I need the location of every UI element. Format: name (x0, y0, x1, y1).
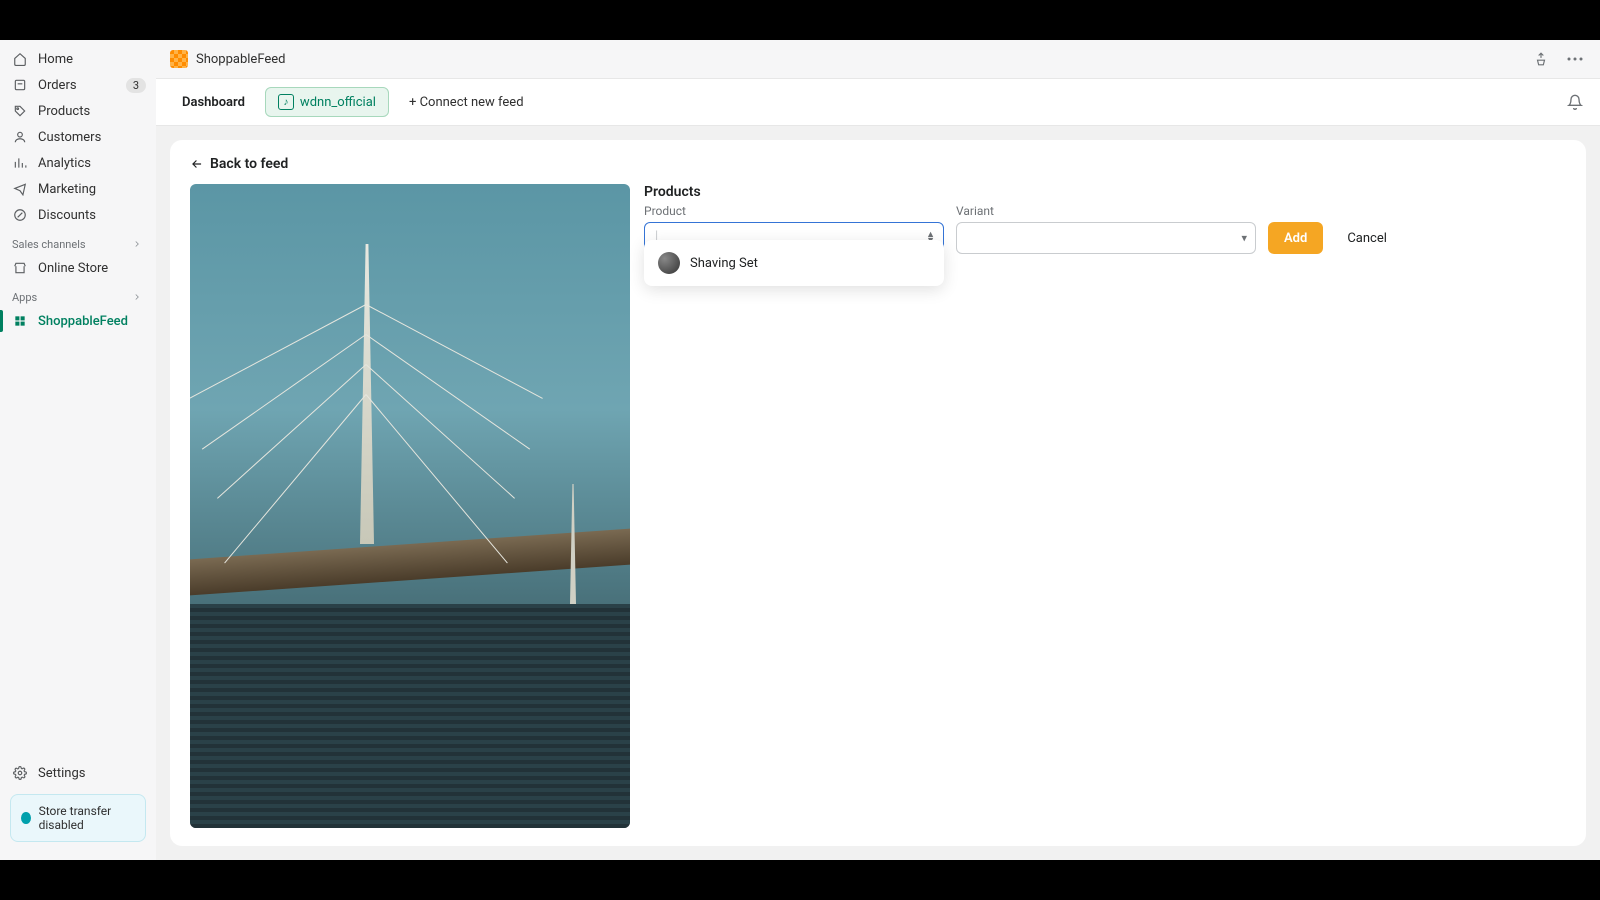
chevron-right-icon (132, 239, 144, 251)
product-thumb (658, 252, 680, 274)
nav-orders[interactable]: Orders 3 (0, 72, 156, 98)
section-label: Apps (12, 291, 37, 304)
marketing-icon (12, 181, 28, 197)
notice-text: Store transfer disabled (39, 804, 135, 832)
gear-icon (12, 765, 28, 781)
discounts-icon (12, 207, 28, 223)
nav-label: Home (38, 52, 73, 67)
home-icon (12, 51, 28, 67)
variant-label: Variant (956, 204, 1256, 218)
apps-header[interactable]: Apps (0, 281, 156, 308)
chevron-right-icon (132, 292, 144, 304)
nav-label: Discounts (38, 208, 96, 223)
product-label: Product (644, 204, 944, 218)
tab-dashboard[interactable]: Dashboard (170, 89, 257, 116)
variant-select[interactable]: ▾ (956, 222, 1256, 254)
notifications-button[interactable] (1564, 91, 1586, 113)
nav-shoppablefeed[interactable]: ShoppableFeed (0, 308, 156, 334)
tiktok-icon: ♪ (278, 94, 294, 110)
back-label: Back to feed (210, 156, 288, 172)
sidebar: Home Orders 3 Products Customers Analyti… (0, 40, 156, 860)
nav-label: Analytics (38, 156, 91, 171)
store-transfer-notice: Store transfer disabled (10, 794, 146, 842)
editor-card: Back to feed (170, 140, 1586, 846)
media-preview (190, 184, 630, 828)
nav-label: Settings (38, 766, 85, 781)
main: ShoppableFeed Dashboard ♪ wdnn_official … (156, 40, 1600, 860)
chevron-down-icon: ▾ (1241, 232, 1247, 245)
nav-analytics[interactable]: Analytics (0, 150, 156, 176)
arrow-left-icon (190, 157, 204, 171)
tab-label: Dashboard (182, 95, 245, 110)
nav-label: Online Store (38, 261, 108, 276)
tab-label: + Connect new feed (409, 95, 524, 110)
nav-label: Marketing (38, 182, 96, 197)
tab-connect-new[interactable]: + Connect new feed (397, 89, 536, 116)
app-icon (12, 313, 28, 329)
cancel-button[interactable]: Cancel (1335, 222, 1399, 254)
nav-products[interactable]: Products (0, 98, 156, 124)
nav-online-store[interactable]: Online Store (0, 255, 156, 281)
section-label: Sales channels (12, 238, 86, 251)
nav-home[interactable]: Home (0, 46, 156, 72)
tab-feed[interactable]: ♪ wdnn_official (265, 87, 389, 117)
app-logo-icon (170, 50, 188, 68)
app-header: ShoppableFeed (156, 40, 1600, 79)
nav-discounts[interactable]: Discounts (0, 202, 156, 228)
nav-label: Products (38, 104, 90, 119)
store-icon (12, 260, 28, 276)
product-dropdown: Shaving Set (644, 240, 944, 286)
nav-label: ShoppableFeed (38, 314, 128, 329)
button-label: Add (1284, 231, 1307, 246)
nav-marketing[interactable]: Marketing (0, 176, 156, 202)
products-title: Products (644, 184, 1566, 200)
back-to-feed-link[interactable]: Back to feed (190, 156, 288, 172)
button-label: Cancel (1347, 231, 1387, 246)
app-title: ShoppableFeed (196, 52, 286, 67)
customers-icon (12, 129, 28, 145)
sales-channels-header[interactable]: Sales channels (0, 228, 156, 255)
analytics-icon (12, 155, 28, 171)
add-button[interactable]: Add (1268, 222, 1323, 254)
nav-label: Orders (38, 78, 77, 93)
nav-settings[interactable]: Settings (0, 760, 156, 786)
orders-icon (12, 77, 28, 93)
dropdown-item-label: Shaving Set (690, 256, 758, 271)
info-icon (21, 812, 31, 824)
tab-label: wdnn_official (300, 95, 376, 110)
nav-label: Customers (38, 130, 101, 145)
dropdown-item-shaving-set[interactable]: Shaving Set (650, 246, 938, 280)
pin-button[interactable] (1530, 48, 1552, 70)
product-form: Products Product | ▲▼ (644, 184, 1566, 828)
nav-customers[interactable]: Customers (0, 124, 156, 150)
orders-badge: 3 (126, 78, 146, 93)
products-icon (12, 103, 28, 119)
more-button[interactable] (1564, 48, 1586, 70)
tabs-row: Dashboard ♪ wdnn_official + Connect new … (156, 79, 1600, 126)
content: Back to feed (156, 126, 1600, 860)
